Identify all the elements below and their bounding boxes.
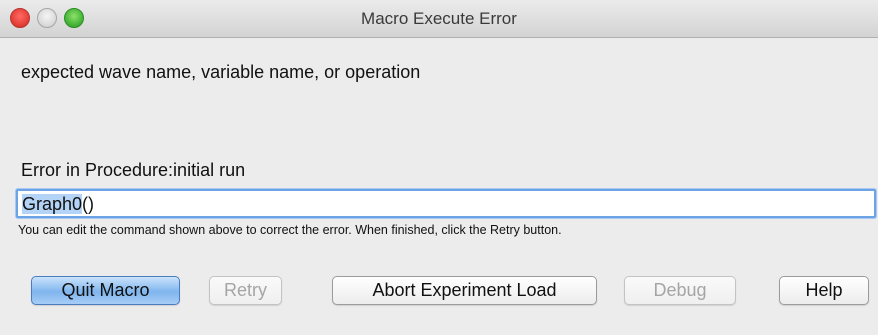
procedure-label: Error in Procedure:initial run bbox=[21, 160, 246, 180]
abort-experiment-load-button[interactable]: Abort Experiment Load bbox=[332, 276, 597, 305]
quit-macro-button[interactable]: Quit Macro bbox=[31, 276, 180, 305]
debug-button[interactable]: Debug bbox=[624, 276, 736, 305]
command-remaining-text: () bbox=[82, 194, 95, 214]
retry-button[interactable]: Retry bbox=[209, 276, 282, 305]
edit-hint-text: You can edit the command shown above to … bbox=[18, 223, 562, 237]
command-input[interactable]: Graph0() bbox=[16, 189, 876, 218]
error-message: expected wave name, variable name, or op… bbox=[21, 62, 421, 82]
command-selected-text: Graph0 bbox=[22, 194, 83, 214]
window-title: Macro Execute Error bbox=[361, 9, 517, 28]
title-bar: Macro Execute Error bbox=[0, 0, 878, 38]
error-dialog-window: Macro Execute Error expected wave name, … bbox=[0, 0, 878, 335]
help-button[interactable]: Help bbox=[779, 276, 869, 305]
